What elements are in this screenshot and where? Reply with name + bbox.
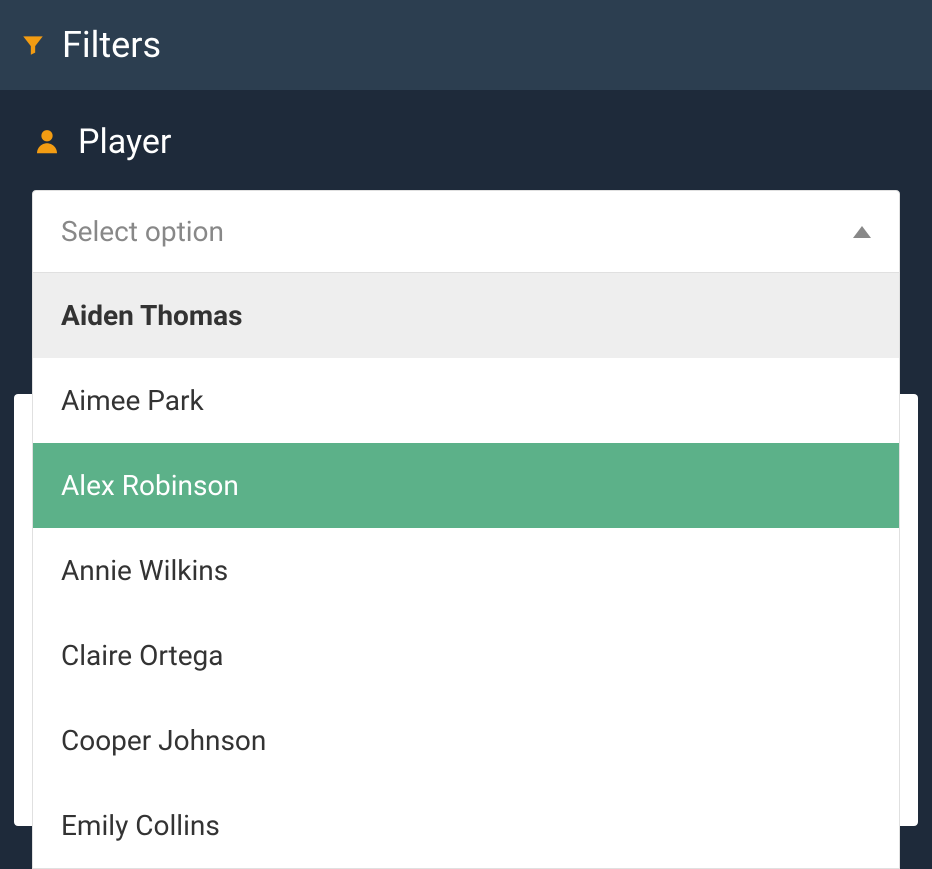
player-option[interactable]: Claire Ortega bbox=[33, 613, 899, 698]
player-options-list: Aiden Thomas Aimee Park Alex Robinson An… bbox=[32, 273, 900, 869]
person-icon bbox=[32, 127, 62, 157]
player-option[interactable]: Aimee Park bbox=[33, 358, 899, 443]
filters-title: Filters bbox=[62, 24, 161, 66]
player-option-label: Claire Ortega bbox=[61, 639, 224, 672]
player-option[interactable]: Alex Robinson bbox=[33, 443, 899, 528]
player-option[interactable]: Aiden Thomas bbox=[33, 273, 899, 358]
player-select-placeholder: Select option bbox=[61, 215, 224, 248]
player-option[interactable]: Annie Wilkins bbox=[33, 528, 899, 613]
player-option-label: Cooper Johnson bbox=[61, 724, 266, 757]
player-dropdown: Select option Aiden Thomas Aimee Park Al… bbox=[32, 190, 900, 869]
player-section-title: Player bbox=[78, 122, 171, 162]
player-option-label: Aiden Thomas bbox=[61, 299, 243, 332]
player-select[interactable]: Select option bbox=[32, 190, 900, 273]
player-section-header: Player bbox=[32, 122, 900, 162]
player-option-label: Aimee Park bbox=[61, 384, 204, 417]
player-option-label: Alex Robinson bbox=[61, 469, 239, 502]
player-option[interactable]: Cooper Johnson bbox=[33, 698, 899, 783]
player-option-label: Annie Wilkins bbox=[61, 554, 228, 587]
filters-header: Filters bbox=[0, 0, 932, 90]
content-area: Player Select option Aiden Thomas Aimee … bbox=[0, 90, 932, 869]
filter-icon bbox=[20, 32, 46, 58]
chevron-up-icon bbox=[853, 226, 871, 238]
